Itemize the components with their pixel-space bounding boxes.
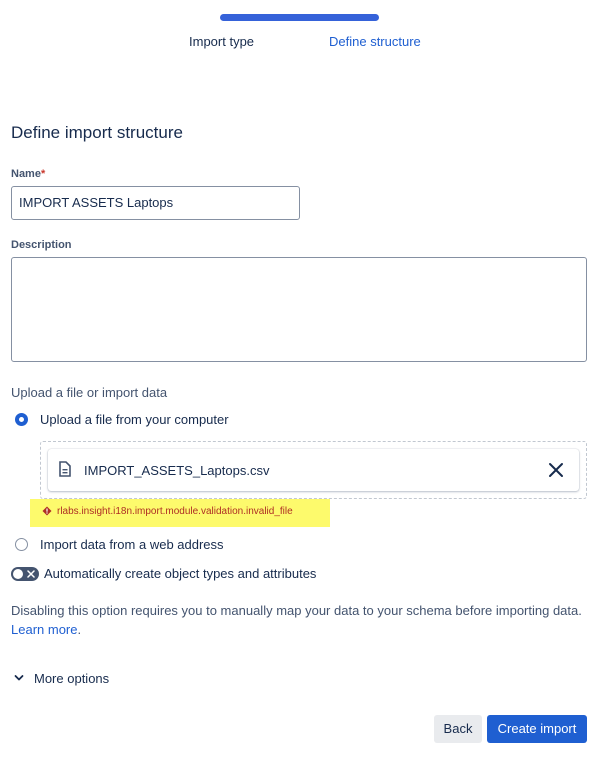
required-marker: * xyxy=(40,168,46,180)
description-textarea[interactable] xyxy=(11,257,587,362)
toggle-off-x-icon xyxy=(27,570,35,578)
page-title: Define import structure xyxy=(11,123,183,142)
validation-error-message: rlabs.insight.i18n.import.module.validat… xyxy=(57,506,293,517)
step-import-type[interactable]: Import type xyxy=(189,34,254,49)
uploaded-file-name: IMPORT_ASSETS_Laptops.csv xyxy=(84,463,270,478)
file-icon xyxy=(59,461,71,477)
auto-create-toggle-label: Automatically create object types and at… xyxy=(44,566,317,581)
toggle-knob xyxy=(13,569,23,579)
name-label: Name* xyxy=(11,168,45,180)
name-label-text: Name xyxy=(11,168,41,180)
help-text: Disabling this option requires you to ma… xyxy=(11,603,582,618)
wizard-progress-bar xyxy=(220,14,379,21)
chevron-down-icon[interactable] xyxy=(14,674,24,682)
help-suffix: . xyxy=(77,622,82,637)
name-input[interactable]: IMPORT ASSETS Laptops xyxy=(11,186,300,220)
more-options-toggle[interactable]: More options xyxy=(34,671,109,686)
radio-web-address-label[interactable]: Import data from a web address xyxy=(40,537,224,552)
back-button[interactable]: Back xyxy=(434,715,482,743)
upload-section-label: Upload a file or import data xyxy=(11,385,168,400)
error-icon xyxy=(42,506,52,516)
step-define-structure[interactable]: Define structure xyxy=(329,34,421,49)
remove-file-close-icon[interactable] xyxy=(547,461,565,479)
learn-more-link[interactable]: Learn more xyxy=(11,622,77,637)
radio-web-address[interactable] xyxy=(15,538,28,551)
create-import-button[interactable]: Create import xyxy=(487,715,587,743)
radio-upload-file[interactable] xyxy=(15,413,28,426)
toggle-help-text: Disabling this option requires you to ma… xyxy=(11,601,586,639)
description-label: Description xyxy=(11,239,72,251)
radio-upload-file-label[interactable]: Upload a file from your computer xyxy=(40,412,229,427)
